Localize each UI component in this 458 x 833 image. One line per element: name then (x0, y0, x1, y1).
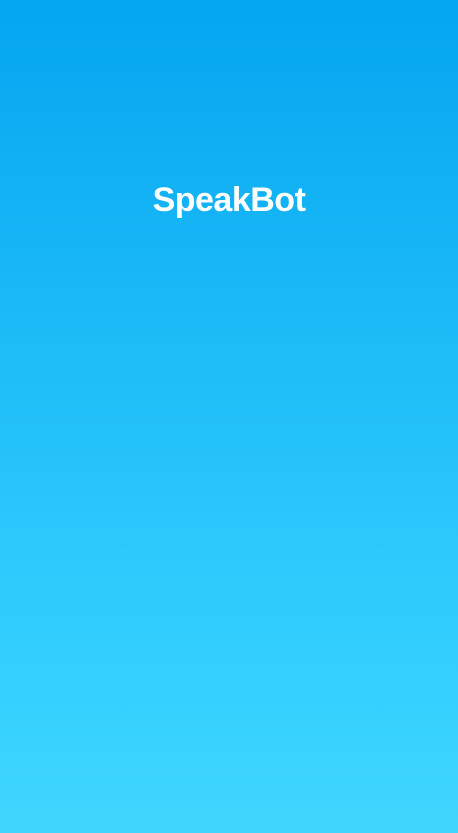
splash-screen: SpeakBot (0, 0, 458, 833)
app-title: SpeakBot (152, 181, 306, 219)
